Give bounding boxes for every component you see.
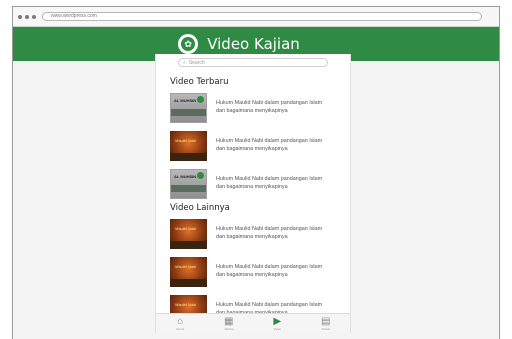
video-description[interactable]: Hukum Maulid Nabi dalam pandangan Islam … <box>216 100 332 115</box>
address-bar[interactable]: www.wordpress.com <box>42 12 482 21</box>
video-list-latest: AL MUHSIN Hukum Maulid Nabi dalam pandang… <box>156 92 350 199</box>
video-thumbnail[interactable]: Maulid Nabi <box>170 130 207 161</box>
video-list-other: Maulid Nabi Hukum Maulid Nabi dalam panda… <box>156 218 350 325</box>
video-description[interactable]: Hukum Maulid Nabi dalam pandangan Islam … <box>216 264 332 279</box>
thumbnail-text: Maulid Nabi <box>175 301 197 307</box>
section-title-other: Video Lainnya <box>170 203 230 213</box>
app-logo-icon: ✿ <box>178 34 199 54</box>
video-list-item[interactable]: AL MUHSIN Hukum Maulid Nabi dalam pandang… <box>170 92 350 123</box>
video-list-item[interactable]: Maulid Nabi Hukum Maulid Nabi dalam panda… <box>170 256 350 287</box>
video-description[interactable]: Hukum Maulid Nabi dalam pandangan Islam … <box>216 138 332 153</box>
search-placeholder: Search <box>188 59 205 66</box>
page-title: Video Kajian <box>207 35 300 53</box>
search-input[interactable]: ⌕ Search <box>178 58 328 67</box>
home-icon: ⌂ <box>177 316 184 327</box>
calendar-icon: ▦ <box>224 316 234 327</box>
close-dot-icon[interactable] <box>18 14 22 19</box>
minimize-dot-icon[interactable] <box>25 14 29 19</box>
bottom-navigation: ⌂ Home ▦ Jadwal ▶ Video ▤ Artikel <box>156 313 350 333</box>
nav-label: Jadwal <box>224 327 234 331</box>
video-list-item[interactable]: Maulid Nabi Hukum Maulid Nabi dalam panda… <box>170 218 350 249</box>
window-controls <box>18 14 36 19</box>
video-thumbnail[interactable]: AL MUHSIN <box>170 92 207 123</box>
nav-label: Home <box>176 327 185 331</box>
video-icon: ▶ <box>273 316 282 327</box>
section-title-latest: Video Terbaru <box>170 77 229 87</box>
video-thumbnail[interactable]: Maulid Nabi <box>170 218 207 249</box>
nav-item-home[interactable]: ⌂ Home <box>168 316 192 331</box>
video-list-item[interactable]: Maulid Nabi Hukum Maulid Nabi dalam panda… <box>170 130 350 161</box>
search-icon: ⌕ <box>183 59 186 66</box>
nav-label: Video <box>273 327 282 331</box>
nav-item-video[interactable]: ▶ Video <box>265 316 289 331</box>
video-thumbnail[interactable]: AL MUHSIN <box>170 168 207 199</box>
document-icon: ▤ <box>321 316 331 327</box>
nav-label: Artikel <box>321 327 330 331</box>
video-list-item[interactable]: AL MUHSIN Hukum Maulid Nabi dalam pandang… <box>170 168 350 199</box>
thumbnail-text: Maulid Nabi <box>175 225 197 231</box>
video-thumbnail[interactable]: Maulid Nabi <box>170 256 207 287</box>
browser-toolbar: www.wordpress.com <box>13 7 499 27</box>
maximize-dot-icon[interactable] <box>32 14 36 19</box>
thumbnail-text: AL MUHSIN <box>174 173 197 179</box>
video-description[interactable]: Hukum Maulid Nabi dalam pandangan Islam … <box>216 226 332 241</box>
thumbnail-text: AL MUHSIN <box>174 97 197 103</box>
thumbnail-text: Maulid Nabi <box>175 263 197 269</box>
video-description[interactable]: Hukum Maulid Nabi dalam pandangan Islam … <box>216 176 332 191</box>
thumbnail-text: Maulid Nabi <box>175 137 197 143</box>
nav-item-jadwal[interactable]: ▦ Jadwal <box>217 316 241 331</box>
nav-item-artikel[interactable]: ▤ Artikel <box>314 316 338 331</box>
mobile-frame: ⌕ Search Video Terbaru AL MUHSIN Hukum Ma… <box>155 54 351 333</box>
